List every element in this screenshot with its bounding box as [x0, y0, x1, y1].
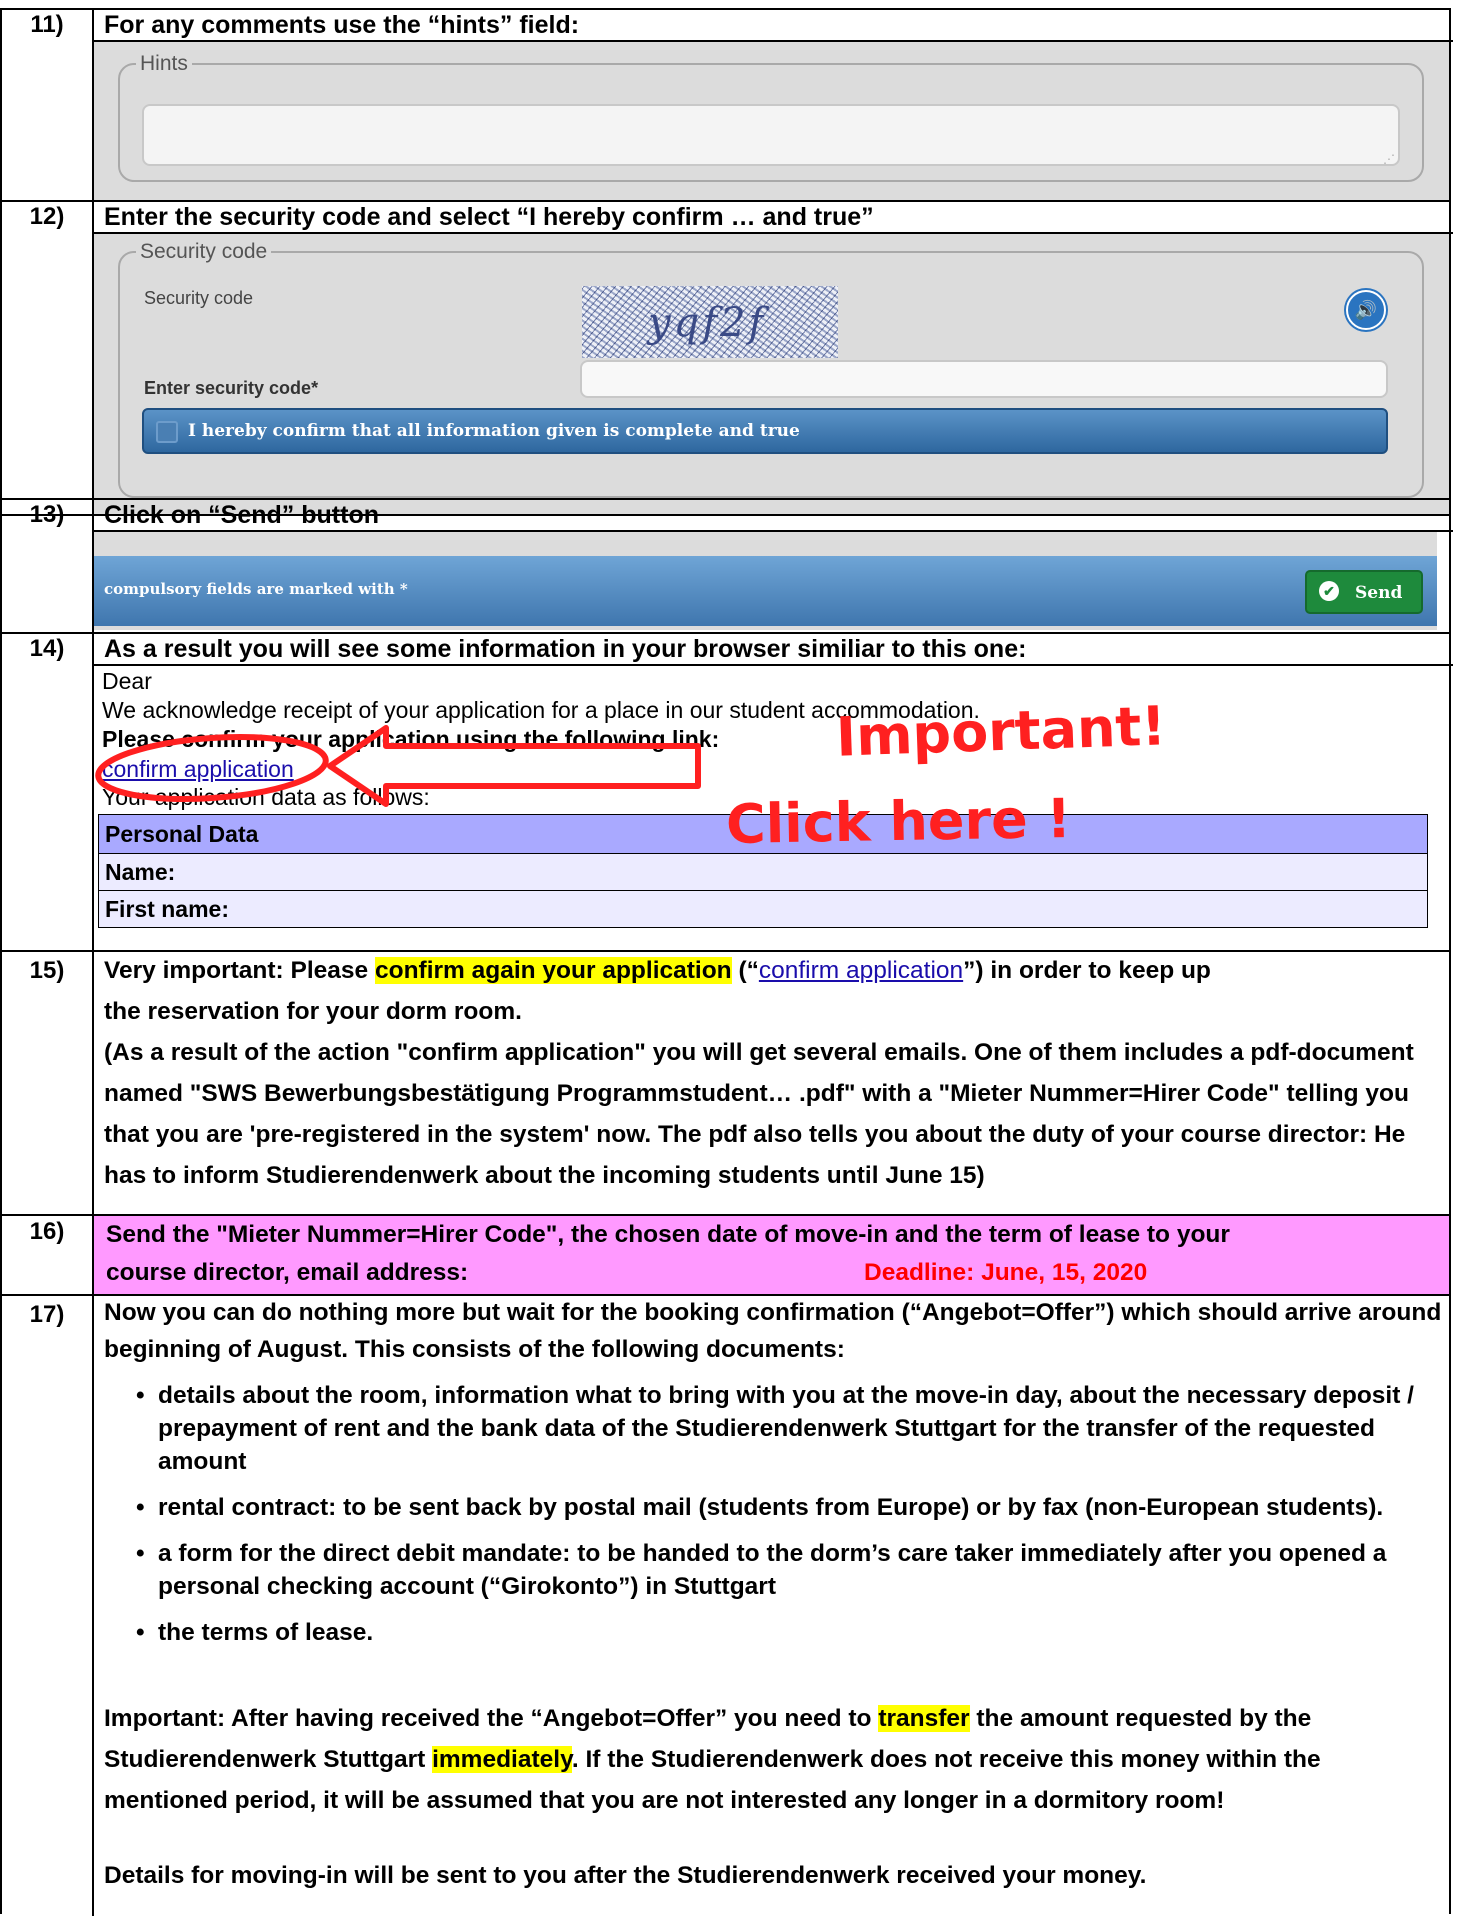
list-item-text: a form for the direct debit mandate: to …: [158, 1540, 1387, 1600]
annotation-circle: [95, 734, 329, 802]
arrow-shape: [327, 725, 701, 807]
browser-result: Dear We acknowledge receipt of your appl…: [94, 666, 1449, 950]
send-label: Send: [1355, 583, 1403, 603]
security-code-label: Security code: [144, 288, 254, 308]
details-text: Details for moving-in will be sent to yo…: [104, 1862, 1147, 1889]
highlight-span: immediately: [432, 1746, 572, 1773]
speaker-icon: 🔊: [1354, 300, 1378, 320]
important-transfer-text: Important: After having received the “An…: [104, 1698, 1444, 1821]
click-here-annotation: Click here !: [725, 786, 1072, 857]
row-14: 14) As a result you will see some inform…: [0, 632, 1453, 952]
row-16-line-2: course director, email address:: [106, 1259, 469, 1286]
resize-grip-icon[interactable]: ⋰: [1383, 152, 1395, 166]
row-13: 13) Click on “Send” button compulsory fi…: [0, 498, 1453, 634]
row-number: 13): [2, 500, 94, 632]
row-15-note: (As a result of the action "confirm appl…: [104, 1039, 1414, 1189]
row-number: 12): [2, 202, 94, 514]
highlight-span: transfer: [878, 1705, 970, 1732]
compulsory-note: compulsory fields are marked with *: [104, 580, 408, 598]
list-item: • a form for the direct debit mandate: to…: [104, 1537, 1444, 1603]
row-16-line-1: Send the "Mieter Nummer=Hirer Code", the…: [106, 1221, 1230, 1248]
text-span: (“: [731, 957, 759, 984]
row-15-line-2: the reservation for your dorm room.: [104, 998, 522, 1025]
bullet-icon: •: [136, 1494, 145, 1521]
list-item: • the terms of lease.: [104, 1616, 1444, 1649]
text-span: Important: After having received the “An…: [104, 1705, 879, 1732]
documents-list: • details about the room, information wha…: [104, 1379, 1444, 1662]
row-11: 11) For any comments use the “hints” fie…: [0, 8, 1453, 202]
hints-screenshot: Hints ⋰: [94, 42, 1449, 200]
text-span: ”) in order to keep up: [963, 957, 1211, 984]
hints-textarea[interactable]: ⋰: [142, 104, 1400, 166]
security-legend: Security code: [140, 240, 268, 263]
confirm-bar[interactable]: I hereby confirm that all information gi…: [142, 408, 1388, 454]
list-item-text: the terms of lease.: [158, 1619, 374, 1646]
document: 11) For any comments use the “hints” fie…: [0, 0, 1465, 1916]
row-number: 16): [2, 1216, 94, 1294]
check-icon: ✔: [1319, 581, 1339, 601]
send-button[interactable]: ✔ Send: [1305, 570, 1423, 614]
captcha-image: yqf2f: [582, 286, 838, 358]
deadline-text: Deadline: June, 15, 2020: [864, 1259, 1148, 1286]
list-item-text: details about the room, information what…: [158, 1382, 1414, 1475]
row-title: For any comments use the “hints” field:: [94, 10, 1453, 42]
list-item: • details about the room, information wha…: [104, 1379, 1444, 1478]
send-bar: compulsory fields are marked with * ✔ Se…: [94, 556, 1437, 626]
confirm-label: I hereby confirm that all information gi…: [188, 421, 800, 441]
row-title: As a result you will see some informatio…: [94, 634, 1453, 666]
row-16: 16) Send the "Mieter Nummer=Hirer Code",…: [0, 1214, 1451, 1296]
confirm-checkbox[interactable]: [156, 421, 178, 443]
bullet-icon: •: [136, 1382, 145, 1409]
row-number: 11): [2, 10, 94, 200]
text-span: Very important: Please: [104, 957, 375, 984]
row-title: Enter the security code and select “I he…: [94, 202, 1453, 234]
row-title: Click on “Send” button: [94, 500, 1453, 532]
row-number: 15): [2, 952, 94, 1214]
security-screenshot: Security code Security code yqf2f 🔊 Ente…: [94, 234, 1449, 514]
captcha-text: yqf2f: [648, 300, 767, 346]
row-number: 17): [2, 1296, 94, 1916]
hints-legend: Hints: [140, 52, 188, 75]
bullet-icon: •: [136, 1540, 145, 1567]
row-12: 12) Enter the security code and select “…: [0, 200, 1453, 516]
bullet-icon: •: [136, 1619, 145, 1646]
important-annotation: Important!: [835, 694, 1167, 769]
list-item: • rental contract: to be sent back by pos…: [104, 1491, 1444, 1524]
row-17-intro: Now you can do nothing more but wait for…: [104, 1299, 1442, 1363]
security-code-input[interactable]: [580, 360, 1388, 398]
confirm-application-link[interactable]: confirm application: [759, 957, 963, 984]
highlight-span: confirm again your application: [374, 957, 732, 984]
list-item-text: rental contract: to be sent back by post…: [158, 1494, 1384, 1521]
enter-code-label: Enter security code*: [144, 378, 319, 398]
row-15-line-1: Very important: Please confirm again you…: [104, 950, 1444, 991]
send-screenshot: compulsory fields are marked with * ✔ Se…: [94, 532, 1437, 630]
audio-captcha-button[interactable]: 🔊: [1346, 290, 1386, 330]
row-15-text: Very important: Please confirm again you…: [104, 950, 1444, 1196]
row-number: 14): [2, 634, 94, 950]
